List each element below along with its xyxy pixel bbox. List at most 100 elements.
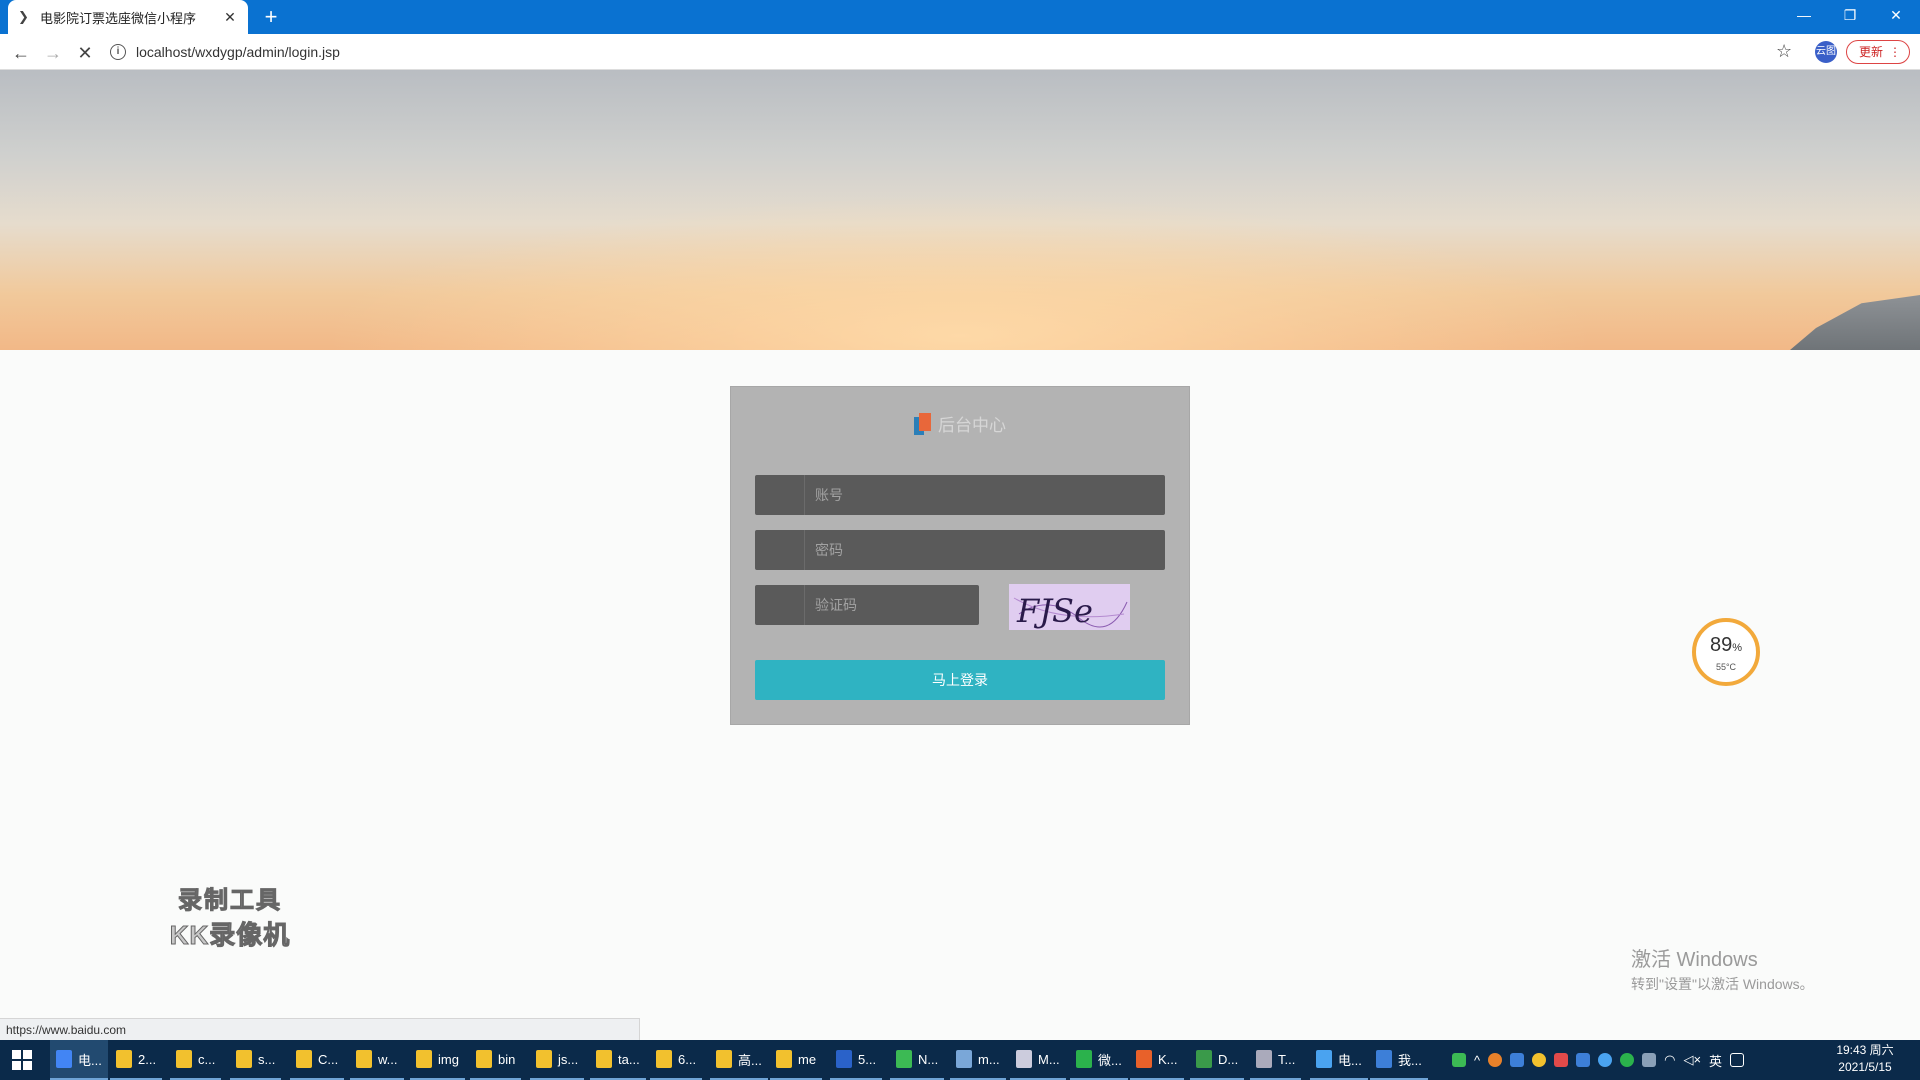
tray-app-icon[interactable] [1488,1053,1503,1067]
taskbar-app-item[interactable]: 2... [110,1040,163,1080]
taskbar-app-label: M... [1038,1051,1060,1067]
browser-toolbar: ← → ✕ i localhost/wxdygp/admin/login.jsp… [0,34,1920,70]
taskbar-app-label: D... [1218,1051,1239,1067]
windows-start-icon[interactable] [12,1050,32,1070]
system-tray: ^ ◠ ◁× 英 [1452,1040,1745,1080]
username-input[interactable] [815,475,1155,515]
taskbar-app-label: 电... [78,1052,102,1068]
taskbar-app-icon [1076,1050,1092,1068]
window-close-button[interactable]: ✕ [1873,0,1919,30]
taskbar-app-icon [716,1050,732,1068]
taskbar-app-item[interactable]: js... [530,1040,585,1080]
captcha-field [755,585,979,625]
activation-title: 激活 Windows [1631,949,1758,971]
taskbar-app-label: w... [378,1051,398,1067]
login-title: 后台中心 [938,416,1006,435]
taskbar-app-item[interactable]: img [410,1040,465,1080]
taskbar-app-icon [236,1050,252,1068]
taskbar-app-item[interactable]: 6... [650,1040,703,1080]
taskbar-app-icon [956,1050,972,1068]
taskbar-app-item[interactable]: me [770,1040,823,1080]
windows-activation-notice: 激活 Windows 转到"设置"以激活 Windows。 [1631,943,1814,994]
banner-hill [1790,295,1920,350]
tray-plus-icon[interactable] [1532,1053,1547,1067]
new-tab-button[interactable]: + [258,4,284,30]
update-label: 更新 [1859,45,1884,59]
taskbar-app-item[interactable]: M... [1010,1040,1066,1080]
taskbar-app-label: N... [918,1051,939,1067]
password-input[interactable] [815,530,1155,570]
captcha-text: FJSe [1016,592,1093,630]
update-button[interactable]: 更新 ⋮ [1846,40,1910,64]
ime-grid-icon[interactable] [1730,1053,1745,1067]
tray-shield-icon[interactable] [1554,1053,1569,1067]
taskbar-app-item[interactable]: m... [950,1040,1006,1080]
taskbar-app-item[interactable]: c... [170,1040,222,1080]
taskbar-app-item[interactable]: bin [470,1040,522,1080]
minimize-button[interactable]: — [1781,0,1827,30]
battery-icon[interactable] [1452,1053,1466,1067]
stop-loading-button[interactable]: ✕ [72,40,98,66]
tray-tool-icon[interactable] [1510,1053,1525,1067]
address-bar[interactable]: i localhost/wxdygp/admin/login.jsp [110,39,1790,65]
volume-icon[interactable]: ◁× [1683,1052,1701,1068]
taskbar-app-icon [476,1050,492,1068]
browser-tab-strip: ❯ 电影院订票选座微信小程序 ✕ + — ❐ ✕ [0,0,1920,34]
taskbar-app-icon [356,1050,372,1068]
login-submit-button[interactable]: 马上登录 [755,660,1165,700]
taskbar-app-item[interactable]: C... [290,1040,345,1080]
tray-sync-icon[interactable] [1598,1053,1613,1067]
watermark-line2: KK录像机 [169,920,291,951]
close-tab-icon[interactable]: ✕ [222,9,238,26]
tray-device-icon[interactable] [1642,1053,1657,1067]
address-url: localhost/wxdygp/admin/login.jsp [136,44,340,60]
taskbar-app-label: 电... [1338,1052,1362,1068]
tray-expand-icon[interactable]: ^ [1474,1053,1480,1068]
taskbar-app-icon [896,1050,912,1068]
taskbar-app-icon [1376,1050,1392,1068]
taskbar-app-item[interactable]: 电... [50,1040,108,1080]
forward-button[interactable]: → [40,40,66,66]
taskbar-app-item[interactable]: D... [1190,1040,1245,1080]
taskbar-app-icon [536,1050,552,1068]
tab-title: 电影院订票选座微信小程序 [40,10,197,26]
taskbar-app-item[interactable]: 高... [710,1040,768,1080]
taskbar-app-item[interactable]: ta... [590,1040,646,1080]
profile-avatar[interactable]: 云图 [1815,41,1837,63]
taskbar-app-icon [176,1050,192,1068]
site-info-icon[interactable]: i [110,44,126,60]
taskbar-app-label: 6... [678,1051,697,1067]
ime-indicator[interactable]: 英 [1709,1051,1722,1070]
taskbar-app-item[interactable]: 微... [1070,1040,1128,1080]
restore-button[interactable]: ❐ [1827,0,1873,30]
key-icon [755,585,805,625]
browser-tab[interactable]: ❯ 电影院订票选座微信小程序 ✕ [8,0,248,34]
taskbar-app-item[interactable]: 5... [830,1040,883,1080]
taskbar-app-item[interactable]: s... [230,1040,282,1080]
cpu-monitor-gauge[interactable]: 89% 55°C [1692,618,1760,686]
taskbar-app-item[interactable]: T... [1250,1040,1302,1080]
clock-time: 19:43 周六 [1836,1043,1894,1057]
wifi-icon[interactable]: ◠ [1664,1052,1675,1068]
taskbar-app-item[interactable]: w... [350,1040,404,1080]
tray-wechat-icon[interactable] [1620,1053,1635,1067]
taskbar-clock[interactable]: 19:43 周六 2021/5/15 [1820,1042,1910,1076]
captcha-image[interactable]: FJSe [1009,584,1130,630]
taskbar-app-icon [56,1050,72,1068]
taskbar-app-label: me [798,1051,817,1067]
bookmark-star-icon[interactable]: ☆ [1776,41,1792,62]
taskbar-app-item[interactable]: 我... [1370,1040,1428,1080]
taskbar-app-item[interactable]: N... [890,1040,945,1080]
captcha-input[interactable] [815,585,970,625]
taskbar-app-icon [416,1050,432,1068]
taskbar-app-icon [1316,1050,1332,1068]
taskbar-app-icon [296,1050,312,1068]
taskbar-app-item[interactable]: K... [1130,1040,1184,1080]
taskbar-app-label: m... [978,1051,1000,1067]
taskbar-app-icon [1136,1050,1152,1068]
tray-cube-icon[interactable] [1576,1053,1591,1067]
taskbar-app-icon [1196,1050,1212,1068]
menu-dots-icon[interactable]: ⋮ [1889,41,1901,63]
taskbar-app-item[interactable]: 电... [1310,1040,1368,1080]
back-button[interactable]: ← [8,40,34,66]
